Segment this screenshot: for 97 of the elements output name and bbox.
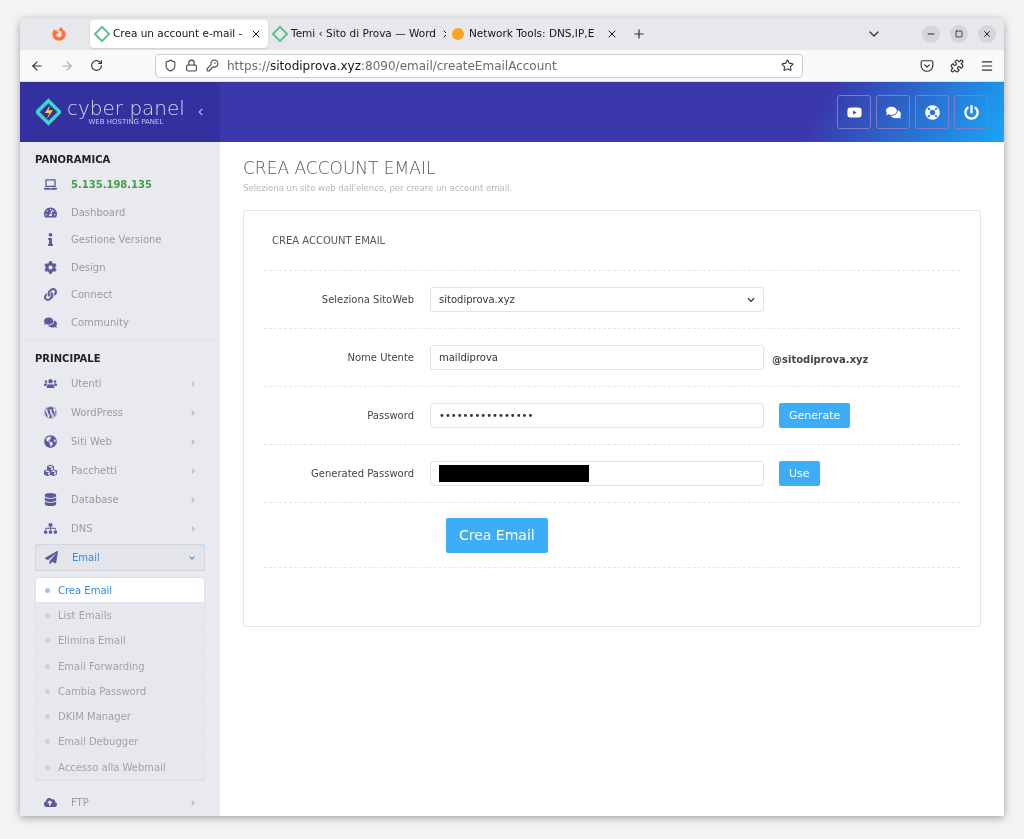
- power-button[interactable]: [954, 95, 988, 129]
- action-button[interactable]: Generate: [779, 403, 851, 429]
- maximize-icon: [955, 30, 963, 38]
- bullet-icon: [45, 638, 50, 644]
- sidebar-item[interactable]: Connect: [35, 281, 205, 309]
- action-button[interactable]: Use: [779, 461, 820, 487]
- tab-title: Network Tools: DNS,IP,E: [469, 26, 596, 42]
- maximize-button[interactable]: [950, 25, 968, 43]
- card-title: CREA ACCOUNT EMAIL: [271, 234, 387, 249]
- chevron-icon: [190, 438, 196, 445]
- sidebar-item[interactable]: 5.135.198.135: [35, 171, 205, 199]
- input-field[interactable]: maildiprova: [430, 345, 764, 371]
- diamond-favicon-icon: [271, 25, 289, 43]
- chevron-icon: [190, 380, 196, 387]
- key-icon: [206, 59, 219, 72]
- address-bar[interactable]: https://sitodiprova.xyz:8090/email/createEmailAccount: [155, 53, 803, 78]
- close-window-button[interactable]: [978, 25, 996, 43]
- domain-suffix: @sitodiprova.xyz: [772, 353, 869, 368]
- bookmark-star-icon[interactable]: [781, 59, 794, 72]
- dashboard-gauge-icon: [44, 205, 57, 219]
- bullet-icon: [45, 612, 50, 618]
- input-field[interactable]: ••••••••••••••••: [430, 403, 764, 429]
- shield-icon: [164, 59, 177, 72]
- reload-icon[interactable]: [90, 59, 103, 72]
- extensions-icon[interactable]: [950, 58, 964, 73]
- chat-bubbles-icon: [885, 104, 901, 120]
- sidebar-item[interactable]: Database: [35, 486, 205, 513]
- submenu-item[interactable]: Crea Email: [36, 578, 204, 604]
- database-icon: [44, 493, 57, 506]
- sidebar-item[interactable]: Gestione Versione: [35, 226, 205, 254]
- logo-mark-icon: [36, 98, 61, 126]
- bullet-icon: [45, 764, 50, 770]
- submit-button[interactable]: Crea Email: [446, 517, 548, 553]
- link-icon: [44, 288, 57, 302]
- sidebar-item[interactable]: Community: [35, 308, 205, 336]
- tab-title: Crea un account e-mail -: [113, 26, 244, 42]
- browser-tab[interactable]: Network Tools: DNS,IP,E: [446, 20, 624, 48]
- chat-bubbles-icon: [44, 315, 57, 329]
- bullet-icon: [45, 587, 50, 593]
- sitemap-icon: [44, 522, 57, 535]
- cubes-icon: [44, 464, 57, 477]
- back-icon[interactable]: [30, 58, 44, 73]
- users-icon: [44, 377, 57, 390]
- chevron-icon: [190, 496, 196, 503]
- bullet-icon: [45, 688, 50, 694]
- circle-favicon-icon: [452, 28, 464, 40]
- lifebuoy-button[interactable]: [915, 95, 949, 129]
- chevron-icon: [190, 525, 196, 532]
- chevron-icon: [190, 467, 196, 474]
- chevron-icon: [189, 554, 195, 561]
- youtube-logo-button[interactable]: [837, 95, 871, 129]
- sidebar-item[interactable]: Email: [35, 544, 205, 571]
- sidebar-item[interactable]: FTP: [35, 789, 205, 816]
- laptop-icon: [44, 178, 57, 192]
- sidebar-item[interactable]: WordPress: [35, 399, 205, 426]
- input-field[interactable]: [430, 461, 764, 487]
- menu-icon[interactable]: [980, 58, 994, 73]
- bullet-icon: [45, 663, 50, 669]
- sidebar-item[interactable]: Siti Web: [35, 428, 205, 455]
- field-label: Seleziona SitoWeb: [320, 293, 415, 308]
- field-label: Password: [366, 409, 415, 424]
- browser-tab[interactable]: Crea un account e-mail -: [90, 20, 268, 48]
- new-tab-icon[interactable]: [632, 27, 646, 41]
- wordpress-logo-icon: [44, 406, 57, 419]
- bullet-icon: [45, 714, 50, 720]
- pocket-icon[interactable]: [920, 58, 934, 73]
- minimize-button[interactable]: [922, 25, 940, 43]
- sidebar-item[interactable]: Design: [35, 253, 205, 281]
- chevron-icon: [190, 799, 196, 806]
- dropdown-caret-icon: [747, 295, 755, 304]
- section-heading: PRINCIPALE: [35, 352, 102, 366]
- website-select[interactable]: sitodiprova.xyz: [430, 287, 764, 313]
- globe-icon: [44, 435, 57, 448]
- diamond-favicon-icon: [93, 25, 111, 43]
- collapse-icon[interactable]: [196, 108, 204, 116]
- sidebar-item[interactable]: Dashboard: [35, 198, 205, 226]
- page-subtitle: Seleziona un sito web dall'elenco, per creare un account email.: [243, 181, 514, 195]
- sidebar-item[interactable]: Pacchetti: [35, 457, 205, 484]
- cloud-upload-icon: [44, 796, 57, 810]
- browser-tab[interactable]: Temi ‹ Sito di Prova — Word: [268, 20, 446, 48]
- sidebar-item[interactable]: DNS: [35, 515, 205, 542]
- lifebuoy-icon: [924, 104, 940, 120]
- section-heading: PANORAMICA: [35, 153, 112, 167]
- chat-bubbles-button[interactable]: [876, 95, 910, 129]
- sidebar-item[interactable]: Utenti: [35, 370, 205, 397]
- tab-title: Temi ‹ Sito di Prova — Word: [291, 26, 436, 42]
- paper-plane-icon: [45, 551, 58, 564]
- bullet-icon: [45, 739, 50, 745]
- page-title: CREA ACCOUNT EMAIL: [243, 157, 437, 180]
- field-label: Generated Password: [310, 467, 415, 482]
- gear-icon: [44, 260, 57, 274]
- lock-icon: [185, 59, 198, 72]
- url-text: https://sitodiprova.xyz:8090/email/createEmailAccount: [227, 57, 558, 75]
- power-icon: [963, 104, 979, 120]
- field-label: Nome Utente: [346, 351, 415, 366]
- logo-name: cyber panel: [66, 98, 185, 118]
- chevron-icon: [190, 409, 196, 416]
